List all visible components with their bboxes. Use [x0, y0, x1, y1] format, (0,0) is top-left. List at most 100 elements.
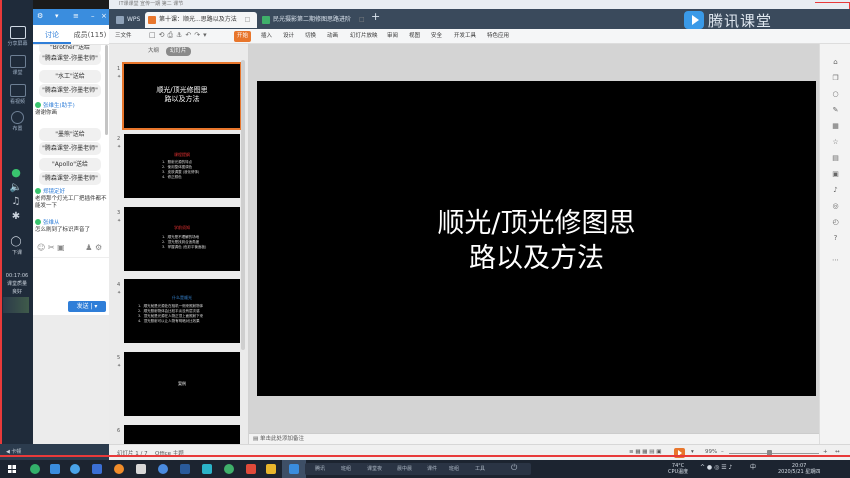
clock[interactable]: 20:07 2020/5/21 星期四	[778, 463, 820, 475]
rail-item-4[interactable]: 布置	[3, 111, 32, 132]
tab-slides[interactable]: 幻灯片	[166, 47, 191, 56]
menu-start[interactable]: 开始	[234, 31, 252, 42]
more-icon[interactable]: ⋯	[831, 256, 840, 265]
app-folder-icon[interactable]	[266, 464, 276, 474]
settings-icon[interactable]: ⚙	[95, 243, 102, 252]
shapes-icon[interactable]: ○	[831, 90, 840, 99]
app-browser-icon[interactable]	[70, 464, 80, 474]
chat-scrollbar[interactable]	[105, 45, 108, 135]
app-wechat-icon[interactable]	[224, 464, 234, 474]
help-icon[interactable]: ?	[831, 234, 840, 243]
new-tab-icon[interactable]: +	[371, 10, 380, 23]
menu-design[interactable]: 设计	[283, 31, 294, 42]
power-icon[interactable]: ⏻	[511, 463, 517, 473]
taskbar-window-group[interactable]: 腾讯 班组 课堂夜 晨中晨 课件 班组 工具 ⏻	[305, 463, 531, 475]
table-icon[interactable]: ▤	[831, 154, 840, 163]
slide-thumbnail-3[interactable]: 学前须知 1. 顺光是不理解的场地 2. 顶光是找到合适角度 3. 掌握调色 (…	[124, 207, 240, 271]
menu-features[interactable]: 特色应用	[487, 31, 509, 42]
slides-pane: 大纲 幻灯片 1 ✦ 顺光/顶光修图思 路以及方法 2 ✦ 课程提纲 1. 照射…	[109, 44, 249, 444]
chat-user-name[interactable]: 张维从	[43, 220, 60, 226]
app-photoshop-icon[interactable]	[180, 464, 190, 474]
app-cloud-icon[interactable]	[202, 464, 212, 474]
windows-start-icon[interactable]	[8, 465, 16, 473]
group-item[interactable]: 工具	[475, 465, 485, 472]
group-item[interactable]: 课堂夜	[367, 465, 382, 472]
tab-options-icon[interactable]: □	[359, 16, 365, 23]
menu-view[interactable]: 视图	[409, 31, 420, 42]
app-qq-icon[interactable]	[158, 464, 168, 474]
group-item[interactable]: 课件	[427, 465, 437, 472]
slide-title[interactable]: 顺光/顶光修图思 路以及方法	[257, 206, 816, 276]
copy-icon[interactable]: ❐	[831, 74, 840, 83]
menu-insert[interactable]: 插入	[261, 31, 272, 42]
emoji-icon[interactable]: ☺	[37, 243, 45, 252]
notes-field[interactable]: ▤ 单击此处添加备注	[249, 433, 819, 444]
tab-outline[interactable]: 大纲	[144, 47, 163, 56]
picture-icon[interactable]: ▣	[831, 170, 840, 179]
app-shield-icon[interactable]	[92, 464, 102, 474]
chat-user-name[interactable]: 郑镜定好	[43, 189, 65, 195]
speaker-icon[interactable]: 🔈	[9, 182, 23, 196]
slide-thumbnail-4[interactable]: 什么是顺光 1. 顺光就是光源处在相机一侧来照射物体 2. 顺光照射物体会比较平…	[124, 279, 240, 343]
menu-transition[interactable]: 切换	[305, 31, 316, 42]
quick-access-icons[interactable]: □⟲⎙⚓↶↷▾	[149, 31, 210, 40]
end-class-label[interactable]: 下课	[2, 250, 32, 257]
chat-tabs: 讨论 成员(115)	[33, 25, 109, 45]
chat-close-icon[interactable]: ×	[101, 12, 107, 20]
slide-thumbnail-5[interactable]: 案例	[124, 352, 240, 416]
app-green-icon[interactable]	[30, 464, 40, 474]
group-item[interactable]: 腾讯	[315, 465, 325, 472]
taskbar-active-app[interactable]	[282, 460, 306, 478]
zoom-slider[interactable]	[729, 453, 819, 454]
mic-icon[interactable]: ●	[9, 166, 23, 180]
app-blue-icon[interactable]	[50, 464, 60, 474]
tab-discussion[interactable]: 讨论	[33, 25, 71, 44]
chat-settings-icon[interactable]: ⚙	[37, 12, 43, 20]
current-slide[interactable]: 顺光/顶光修图思 路以及方法	[257, 81, 816, 396]
group-item[interactable]: 班组	[341, 465, 351, 472]
chat-menu-icon[interactable]: ≡	[73, 12, 79, 20]
layout-icon[interactable]: ▦	[831, 122, 840, 131]
group-item[interactable]: 晨中晨	[397, 465, 412, 472]
star-icon[interactable]: ☆	[831, 138, 840, 147]
chat-user-name[interactable]: 张维生(助手)	[43, 103, 75, 109]
menu-developer[interactable]: 开发工具	[454, 31, 476, 42]
tools-icon[interactable]: ✱	[9, 211, 23, 225]
send-button[interactable]: 发送 | ▾	[68, 301, 106, 312]
menu-review[interactable]: 审阅	[387, 31, 398, 42]
menu-security[interactable]: 安全	[431, 31, 442, 42]
slide-thumbnail-6[interactable]	[124, 425, 240, 444]
brush-icon[interactable]: ✎	[831, 106, 840, 115]
slide-thumbnail-1[interactable]: 顺光/顶光修图思 路以及方法	[122, 62, 242, 130]
slides-scrollbar[interactable]	[241, 60, 245, 350]
rail-item-3[interactable]: 看视频	[3, 84, 32, 105]
timer-icon[interactable]: ◴	[831, 218, 840, 227]
scissors-icon[interactable]: ✂	[48, 243, 55, 252]
group-item[interactable]: 班组	[449, 465, 459, 472]
home-icon[interactable]: ⌂	[831, 58, 840, 67]
members-icon[interactable]: ♟	[85, 243, 92, 252]
app-red-icon[interactable]	[246, 464, 256, 474]
tray-icons[interactable]: ^ ● ◎ ☰ ♪	[700, 465, 732, 471]
file-menu[interactable]: 三文件	[115, 31, 132, 42]
menu-animation[interactable]: 动画	[327, 31, 338, 42]
live-status-bar: ◀ 卡顿	[0, 444, 109, 460]
rail-item-2[interactable]: 课堂	[3, 55, 32, 76]
chat-minimize-icon[interactable]: –	[91, 12, 95, 20]
tab-document-active[interactable]: 第十课：顺光...思路以及方法 □ ×	[145, 12, 257, 39]
app-gear-icon[interactable]	[136, 464, 146, 474]
ime-indicator[interactable]: 中	[750, 465, 756, 471]
volume-icon[interactable]: ♪	[831, 186, 840, 195]
slide-thumbnail-2[interactable]: 课程提纲 1. 照射光源的特点 2. 使用整体图调色 3. 皮肤调整 (液化修饰…	[124, 134, 240, 198]
image-icon[interactable]: ▣	[57, 243, 65, 252]
tab-document-2[interactable]: 民光摄影第二期修图思路进阶 □	[259, 12, 369, 28]
app-orange-icon[interactable]	[114, 464, 124, 474]
music-icon[interactable]: ♫	[9, 196, 23, 210]
tab-members[interactable]: 成员(115)	[71, 25, 109, 44]
tab-wps-home[interactable]: WPS	[113, 12, 143, 28]
menu-slideshow[interactable]: 幻灯片放映	[350, 31, 378, 42]
chat-dropdown-icon[interactable]: ▾	[55, 12, 59, 20]
target-icon[interactable]: ◎	[831, 202, 840, 211]
end-class-icon[interactable]: ◯	[9, 236, 23, 250]
share-screen-button[interactable]: 分享屏幕	[3, 26, 32, 47]
